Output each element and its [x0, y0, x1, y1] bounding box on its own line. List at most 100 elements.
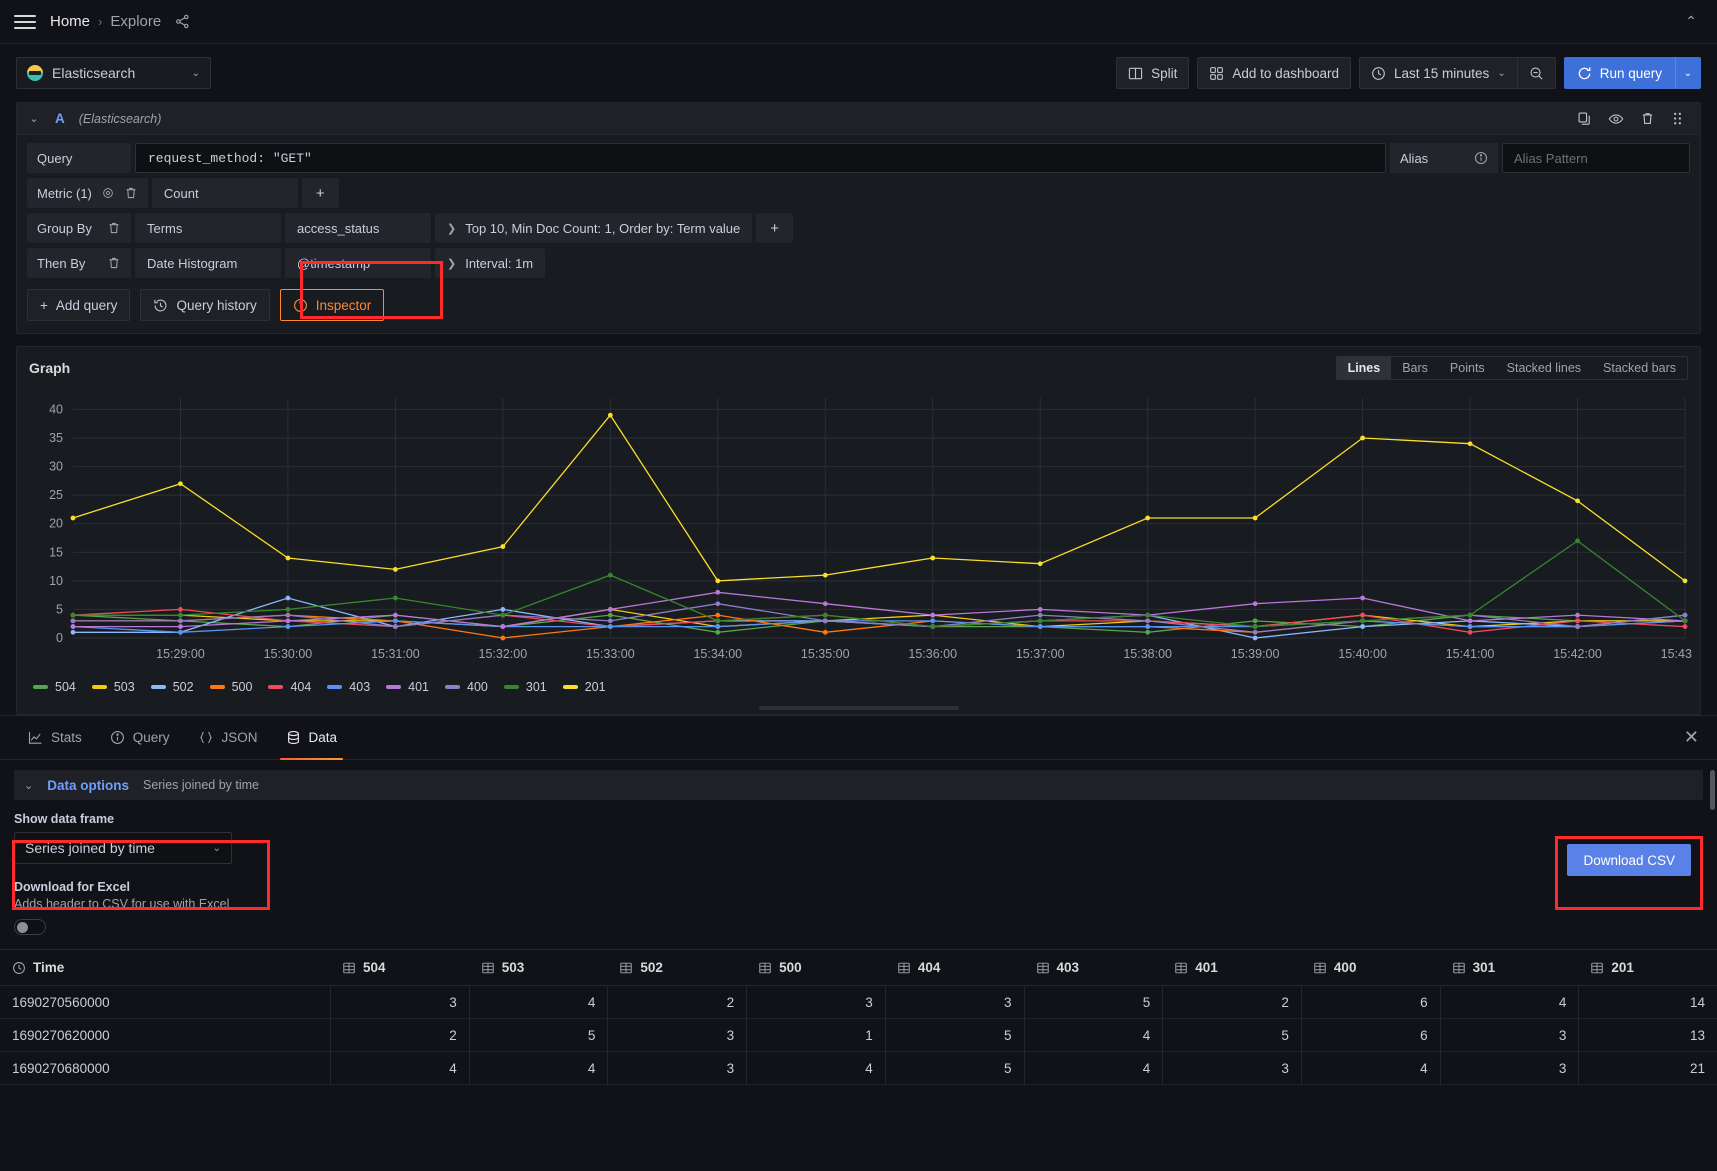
tab-json[interactable]: JSON	[184, 716, 272, 760]
eye-icon[interactable]	[101, 186, 115, 200]
plus-icon: +	[40, 298, 48, 313]
tab-data[interactable]: Data	[272, 716, 352, 760]
table-header-400[interactable]: 400	[1301, 960, 1440, 975]
table-header-401[interactable]: 401	[1162, 960, 1301, 975]
table-row[interactable]: 169027068000044345434321	[0, 1052, 1717, 1085]
table-header-502[interactable]: 502	[607, 960, 746, 975]
table-cell-403: 4	[1024, 1052, 1163, 1085]
svg-text:15:43:00: 15:43:00	[1661, 647, 1693, 661]
tab-query-label: Query	[133, 730, 170, 745]
group-by-settings[interactable]: ❯ Top 10, Min Doc Count: 1, Order by: Te…	[435, 213, 752, 243]
tab-stats-label: Stats	[51, 730, 82, 745]
table-cell-time: 1690270680000	[0, 1061, 330, 1076]
viz-mode-points[interactable]: Points	[1439, 357, 1496, 379]
close-icon[interactable]: ✕	[1684, 727, 1703, 748]
table-header-time[interactable]: Time	[0, 960, 330, 975]
table-header-500[interactable]: 500	[746, 960, 885, 975]
run-query-dropdown[interactable]: ⌄	[1675, 57, 1701, 89]
table-scrollbar[interactable]	[1710, 770, 1715, 810]
trash-icon[interactable]	[124, 186, 138, 200]
table-cell-403: 4	[1024, 1019, 1163, 1052]
trash-icon[interactable]	[1640, 111, 1655, 126]
elasticsearch-logo-icon	[27, 65, 43, 81]
add-query-button[interactable]: + Add query	[27, 289, 130, 321]
viz-mode-stacked-lines[interactable]: Stacked lines	[1496, 357, 1592, 379]
drag-handle-icon[interactable]	[1671, 111, 1684, 126]
split-button[interactable]: Split	[1116, 57, 1189, 89]
breadcrumb-home[interactable]: Home	[50, 13, 90, 30]
breadcrumb-explore[interactable]: Explore	[110, 13, 161, 30]
download-csv-button[interactable]: Download CSV	[1567, 844, 1691, 876]
show-data-frame-value: Series joined by time	[25, 840, 155, 856]
viz-mode-lines[interactable]: Lines	[1337, 357, 1392, 379]
metric-row: Metric (1) Count +	[27, 178, 1690, 208]
viz-mode-bars[interactable]: Bars	[1391, 357, 1439, 379]
viz-mode-stacked-bars[interactable]: Stacked bars	[1592, 357, 1687, 379]
table-row[interactable]: 169027062000025315456313	[0, 1019, 1717, 1052]
run-query-button[interactable]: Run query	[1564, 57, 1675, 89]
table-header-201[interactable]: 201	[1578, 960, 1717, 975]
svg-text:25: 25	[49, 488, 63, 502]
group-by-type-select[interactable]: Terms	[135, 213, 281, 243]
duplicate-icon[interactable]	[1577, 111, 1592, 126]
metric-aggregation-select[interactable]: Count	[152, 178, 298, 208]
legend-item-504[interactable]: 504	[33, 680, 76, 694]
query-history-button[interactable]: Query history	[140, 289, 269, 321]
horizontal-scrollbar[interactable]	[759, 706, 959, 710]
run-query-group: Run query ⌄	[1564, 57, 1701, 89]
legend-color-swatch	[563, 685, 578, 689]
hamburger-menu-icon[interactable]	[14, 11, 36, 33]
chevron-up-icon[interactable]: ⌃	[1685, 13, 1703, 30]
group-by-field-select[interactable]: access_status	[285, 213, 431, 243]
tab-stats[interactable]: Stats	[14, 716, 96, 760]
data-options-bar[interactable]: ⌄ Data options Series joined by time	[14, 770, 1703, 800]
table-header-403[interactable]: 403	[1024, 960, 1163, 975]
svg-text:15:40:00: 15:40:00	[1338, 647, 1387, 661]
trash-icon[interactable]	[107, 256, 121, 270]
eye-icon[interactable]	[1608, 111, 1624, 127]
table-header-time-label: Time	[33, 960, 64, 975]
share-icon[interactable]	[175, 14, 190, 29]
legend-item-400[interactable]: 400	[445, 680, 488, 694]
download-for-excel-toggle[interactable]	[14, 919, 46, 935]
legend-item-500[interactable]: 500	[210, 680, 253, 694]
table-header-503[interactable]: 503	[469, 960, 608, 975]
collapse-query-icon[interactable]: ⌄	[27, 112, 41, 125]
trash-icon[interactable]	[107, 221, 121, 235]
table-header-label: 500	[779, 960, 802, 975]
show-data-frame-select[interactable]: Series joined by time ⌄	[14, 832, 232, 864]
legend-item-201[interactable]: 201	[563, 680, 606, 694]
query-refid[interactable]: A	[55, 111, 65, 126]
legend-item-301[interactable]: 301	[504, 680, 547, 694]
add-group-by-button[interactable]: +	[756, 213, 793, 243]
table-header-504[interactable]: 504	[330, 960, 469, 975]
then-by-field-select[interactable]: @timestamp	[285, 248, 431, 278]
table-header-301[interactable]: 301	[1440, 960, 1579, 975]
graph-plot-area[interactable]: 051015202530354015:29:0015:30:0015:31:00…	[25, 384, 1692, 674]
alias-input[interactable]: Alias Pattern	[1502, 143, 1690, 173]
zoom-out-button[interactable]	[1518, 57, 1556, 89]
tab-query[interactable]: Query	[96, 716, 184, 760]
chevron-down-icon: ⌄	[1497, 68, 1505, 79]
table-row[interactable]: 169027056000034233526414	[0, 986, 1717, 1019]
legend-item-502[interactable]: 502	[151, 680, 194, 694]
legend-item-503[interactable]: 503	[92, 680, 135, 694]
inspector-button[interactable]: Inspector	[280, 289, 385, 321]
then-by-type-select[interactable]: Date Histogram	[135, 248, 281, 278]
time-range-picker[interactable]: Last 15 minutes ⌄	[1359, 57, 1518, 89]
legend-item-404[interactable]: 404	[268, 680, 311, 694]
time-range-label: Last 15 minutes	[1394, 66, 1489, 81]
legend-item-401[interactable]: 401	[386, 680, 429, 694]
then-by-settings[interactable]: ❯ Interval: 1m	[435, 248, 545, 278]
tab-json-label: JSON	[222, 730, 258, 745]
lucene-query-input[interactable]: request_method: "GET"	[135, 143, 1386, 173]
info-circle-icon[interactable]	[1474, 151, 1488, 165]
add-to-dashboard-button[interactable]: Add to dashboard	[1197, 57, 1351, 89]
add-metric-button[interactable]: +	[302, 178, 339, 208]
svg-text:15:36:00: 15:36:00	[908, 647, 957, 661]
table-header-label: 301	[1473, 960, 1496, 975]
time-range-controls: Last 15 minutes ⌄	[1359, 57, 1556, 89]
table-header-404[interactable]: 404	[885, 960, 1024, 975]
datasource-picker[interactable]: Elasticsearch ⌄	[16, 57, 211, 89]
legend-item-403[interactable]: 403	[327, 680, 370, 694]
